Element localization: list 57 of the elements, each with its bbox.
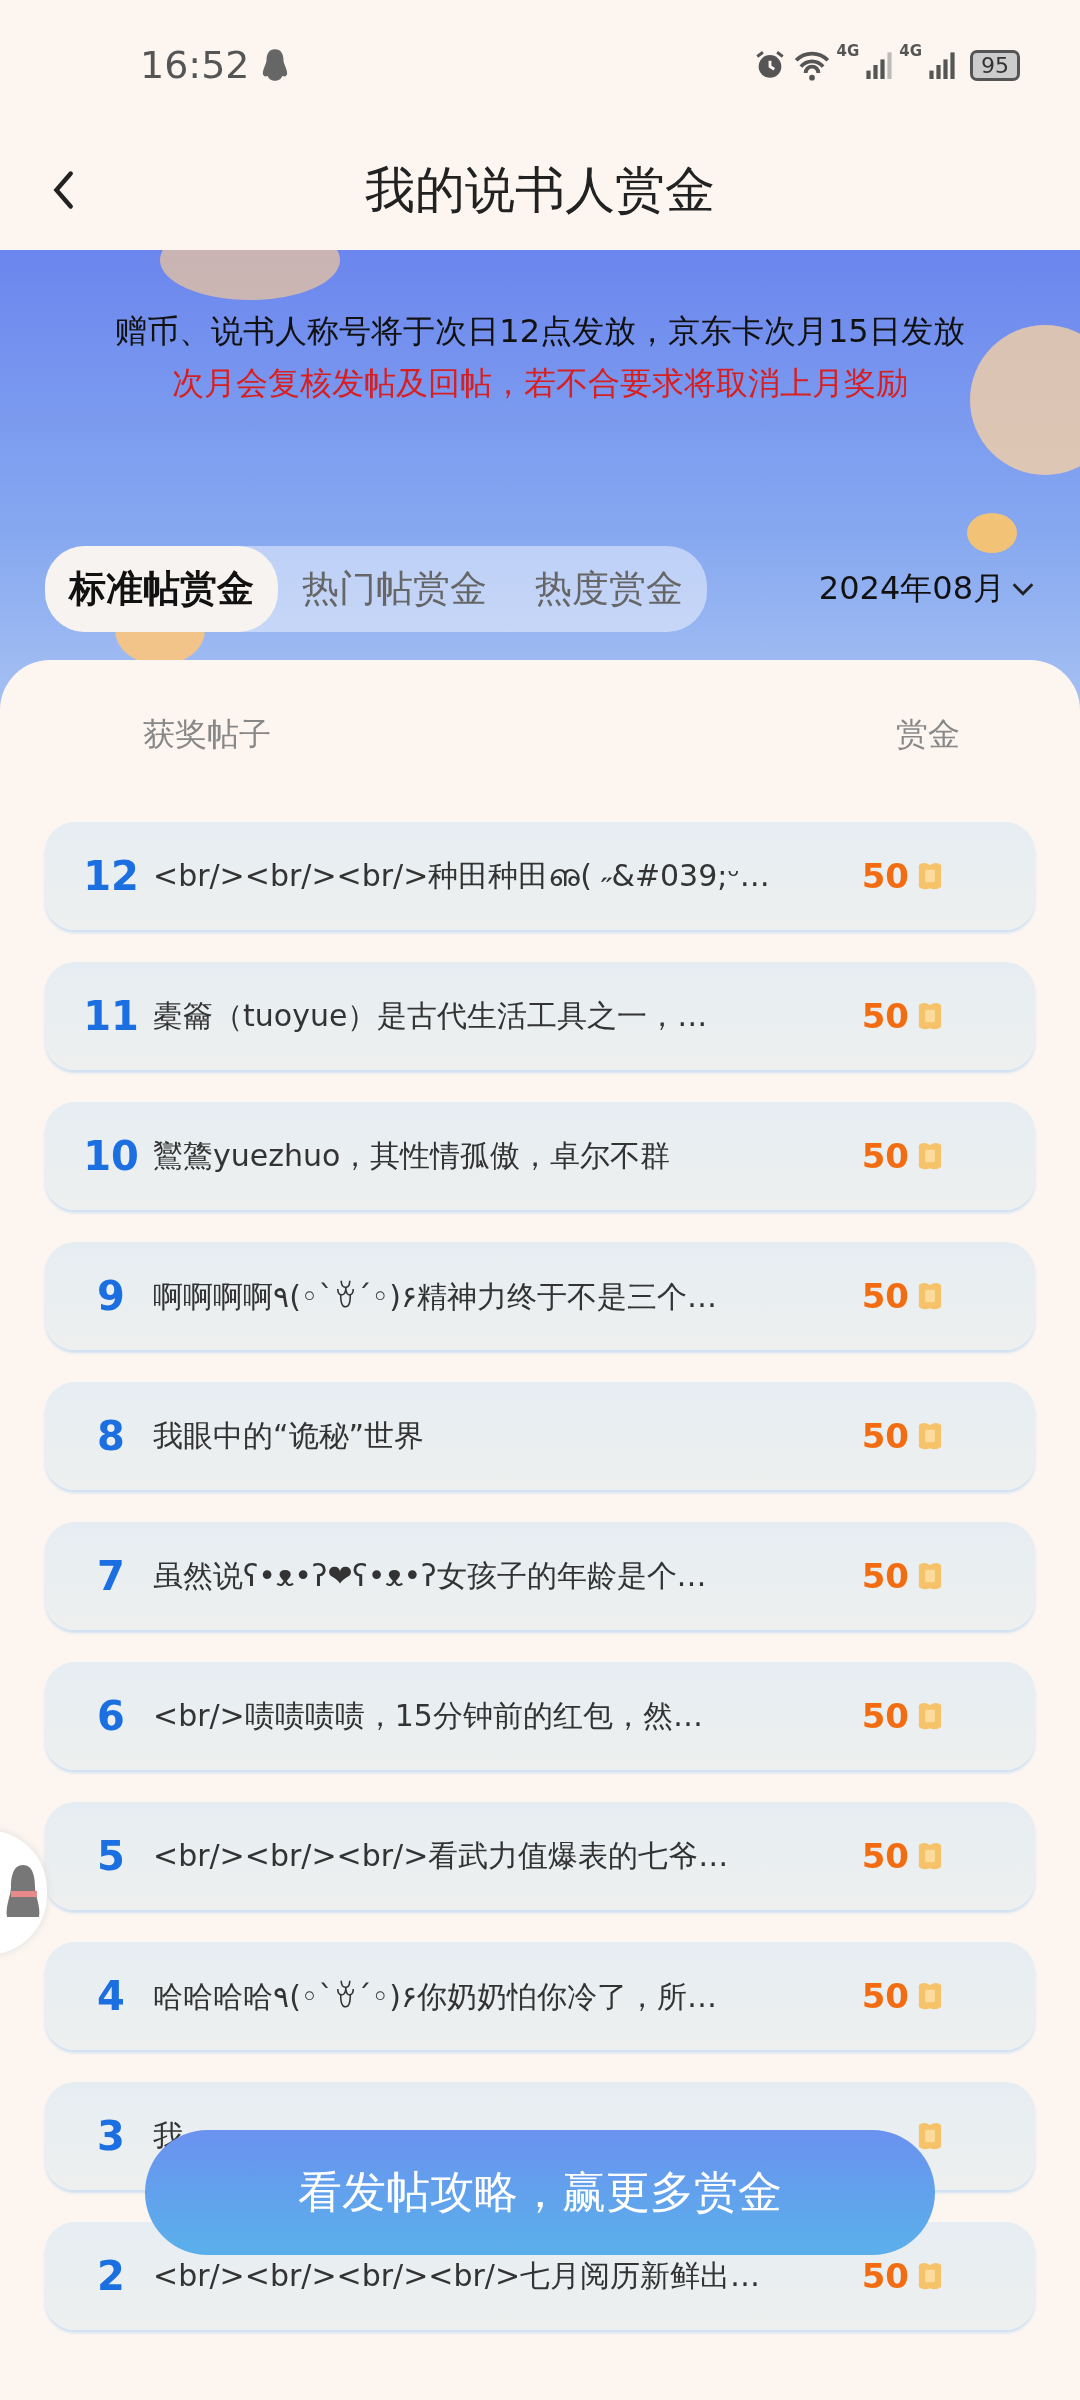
- post-card[interactable]: 7 虽然说ʕ•ᴥ•ʔ❤ʕ•ᴥ•ʔ女孩子的年龄是个… 50: [45, 1522, 1035, 1630]
- column-header: 赏金: [896, 714, 960, 755]
- post-title: 鸑鷟yuezhuo，其性情孤傲，卓尔不群: [153, 1136, 672, 1175]
- post-title: <br/><br/><br/>看武力值爆表的七爷…: [153, 1836, 730, 1875]
- post-title: 橐籥（tuoyue）是古代生活工具之一，…: [153, 996, 709, 1035]
- wifi-icon: [792, 49, 831, 81]
- rank-number: 4: [96, 1973, 126, 2019]
- page-title: 我的说书人赏金: [365, 159, 715, 221]
- post-card[interactable]: 12 <br/><br/><br/>种田种田ഌ( ˶&#039;ᵕ… 50: [45, 822, 1035, 930]
- signal-icon: [928, 50, 956, 80]
- month-picker[interactable]: 2024年08月: [818, 567, 1035, 611]
- post-card[interactable]: 6 <br/>啧啧啧啧，15分钟前的红包，然… 50: [45, 1662, 1035, 1770]
- tab[interactable]: 热度赏金: [511, 546, 707, 632]
- tab[interactable]: 热门帖赏金: [278, 546, 511, 632]
- network-label: 4G: [836, 42, 860, 60]
- reward-amount: 50: [861, 1276, 909, 1316]
- post-title: <br/><br/><br/>种田种田ഌ( ˶&#039;ᵕ…: [153, 856, 771, 895]
- post-title: 哈哈哈哈٩(◦`ꈊ´◦)۶你奶奶怕你冷了，所…: [153, 1977, 719, 2016]
- reward-amount: 50: [861, 2256, 909, 2296]
- notice-text: 赠币、说书人称号将于次日12点发放，京东卡次月15日发放: [115, 311, 965, 352]
- rank-number: 8: [96, 1413, 126, 1459]
- reward-amount: 50: [861, 1836, 909, 1876]
- network-label: 4G: [899, 42, 922, 60]
- column-header: 获奖帖子: [143, 714, 271, 755]
- reward-amount: 50: [861, 1416, 909, 1456]
- coin-drawing: [967, 513, 1017, 553]
- post-card[interactable]: 11 橐籥（tuoyue）是古代生活工具之一，… 50: [45, 962, 1035, 1070]
- rank-number: 10: [82, 1133, 140, 1179]
- chevron-down-icon: [1011, 582, 1035, 596]
- rank-number: 6: [96, 1693, 126, 1739]
- rank-number: 9: [96, 1273, 126, 1319]
- reward-amount: 50: [861, 1136, 909, 1176]
- reward-amount: 50: [861, 856, 909, 896]
- post-title: 啊啊啊啊٩(◦`ꈊ´◦)۶精神力终于不是三个…: [153, 1277, 719, 1316]
- rank-number: 11: [82, 993, 140, 1039]
- reward-amount: 50: [861, 1696, 909, 1736]
- rank-number: 5: [96, 1833, 126, 1879]
- post-title: 虽然说ʕ•ᴥ•ʔ❤ʕ•ᴥ•ʔ女孩子的年龄是个…: [153, 1556, 708, 1595]
- rank-number: 2: [96, 2253, 126, 2299]
- reward-amount: 50: [861, 1556, 909, 1596]
- post-title: <br/><br/><br/><br/>七月阅历新鲜出…: [153, 2256, 762, 2295]
- post-title: 我眼中的“诡秘”世界: [153, 1416, 426, 1455]
- battery-indicator: 95: [970, 49, 1020, 81]
- rank-number: 3: [96, 2113, 126, 2159]
- reward-amount: 50: [861, 1976, 909, 2016]
- reward-amount: 50: [861, 996, 909, 1036]
- tab[interactable]: 标准帖赏金: [45, 546, 278, 632]
- post-card[interactable]: 10 鸑鷟yuezhuo，其性情孤傲，卓尔不群 50: [45, 1102, 1035, 1210]
- rank-number: 12: [82, 853, 140, 899]
- post-card[interactable]: 5 <br/><br/><br/>看武力值爆表的七爷… 50: [45, 1802, 1035, 1910]
- warning-text: 次月会复核发帖及回帖，若不合要求将取消上月奖励: [172, 363, 908, 404]
- signal-icon: [865, 50, 894, 80]
- post-title: <br/>啧啧啧啧，15分钟前的红包，然…: [153, 1696, 704, 1735]
- post-card[interactable]: 8 我眼中的“诡秘”世界 50: [45, 1382, 1035, 1490]
- rank-number: 7: [96, 1553, 126, 1599]
- status-time: 16:52: [140, 43, 250, 87]
- back-icon[interactable]: [52, 170, 74, 210]
